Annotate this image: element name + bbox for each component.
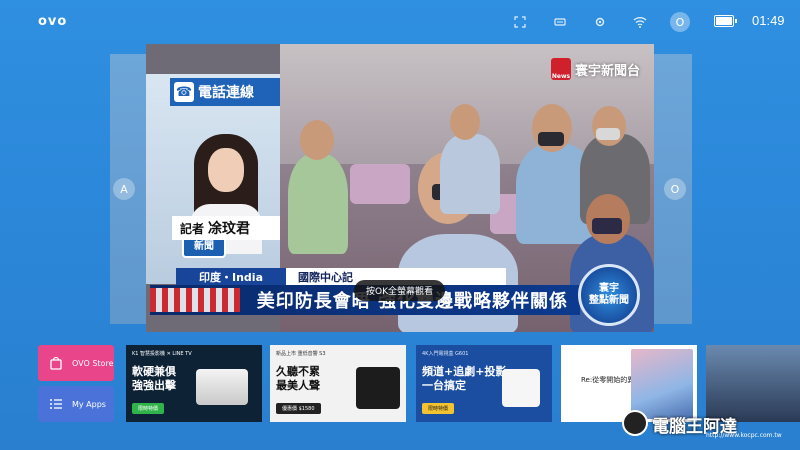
store-bag-icon xyxy=(48,355,64,371)
promo-subtitle: K1 智慧投影機 ✕ LINE TV xyxy=(132,351,192,357)
drama-poster xyxy=(706,345,800,422)
anime-poster xyxy=(631,349,693,419)
fullscreen-hint: 按OK全螢幕觀看 xyxy=(354,280,445,301)
ovo-store-label: OVO Store xyxy=(72,358,114,368)
promo-title: 頻道+追劇+投影 一台搞定 xyxy=(422,365,507,392)
storage-icon[interactable] xyxy=(550,12,570,32)
projector-image xyxy=(196,369,248,405)
promo-title: 久聽不累 最美人聲 xyxy=(276,365,320,392)
reporter-name: 凃玟君 xyxy=(208,221,251,237)
promo-button: 限時特價 xyxy=(422,403,455,414)
ticker-stripes xyxy=(150,288,240,312)
my-apps-button[interactable]: My Apps xyxy=(38,386,114,422)
promo-title: 軟硬兼俱 強強出擊 xyxy=(132,365,176,392)
channel-icon: News xyxy=(550,58,571,80)
badge-line2: 整點新聞 xyxy=(589,295,629,306)
clock: 01:49 xyxy=(752,13,785,28)
badge-line1: 寰宇 xyxy=(599,283,619,294)
phone-connect-tag: ☎ 電話連線 xyxy=(170,78,280,106)
promo-card-drama[interactable] xyxy=(706,345,800,422)
reporter-prefix: 記者 xyxy=(180,221,205,236)
screenshot-icon[interactable] xyxy=(510,12,530,32)
tv-box-image xyxy=(502,369,540,407)
carousel-next-button[interactable]: O xyxy=(664,178,686,200)
promo-subtitle: 新品上市 重低音響 S3 xyxy=(276,351,326,357)
watermark-logo xyxy=(622,410,648,436)
phone-connect-label: 電話連線 xyxy=(198,85,254,101)
ticker-tags: 印度・India 國際中心記 xyxy=(176,268,506,285)
promo-card-speaker[interactable]: 新品上市 重低音響 S3 久聽不累 最美人聲 優惠價 $1580 xyxy=(270,345,406,422)
carousel-prev-button[interactable]: A xyxy=(113,178,135,200)
my-apps-label: My Apps xyxy=(72,399,106,409)
wifi-icon[interactable] xyxy=(630,12,650,32)
status-icons: O xyxy=(510,12,690,32)
promo-card-k1-projector[interactable]: K1 智慧投影機 ✕ LINE TV 軟硬兼俱 強強出擊 限時特價 xyxy=(126,345,262,422)
speaker-image xyxy=(356,367,400,409)
ovo-logo: ovo xyxy=(38,14,68,29)
ovo-store-button[interactable]: OVO Store xyxy=(38,345,114,381)
watermark-url: http://www.kocpc.com.tw xyxy=(706,432,782,439)
battery-icon xyxy=(714,15,737,27)
live-tv-preview[interactable]: 寰宇 新聞 ☎ 電話連線 記者 凃玟君 News 寰宇新聞台 印度・India … xyxy=(146,44,654,332)
promo-subtitle: 4K入門電視盒 G601 xyxy=(422,351,469,357)
settings-icon[interactable] xyxy=(590,12,610,32)
country-tag: 印度・India xyxy=(176,268,286,285)
reporter-label: 記者 凃玟君 xyxy=(172,216,280,240)
channel-logo: News 寰宇新聞台 xyxy=(550,58,640,80)
promo-card-tv-box[interactable]: 4K入門電視盒 G601 頻道+追劇+投影 一台搞定 限時特價 xyxy=(416,345,552,422)
phone-icon: ☎ xyxy=(174,82,194,102)
news-badge: 寰宇 整點新聞 xyxy=(578,264,640,326)
promo-button: 優惠價 $1580 xyxy=(276,403,321,414)
user-icon[interactable]: O xyxy=(670,12,690,32)
list-icon xyxy=(48,396,64,412)
promo-button: 限時特價 xyxy=(132,403,165,414)
channel-name: 寰宇新聞台 xyxy=(574,63,640,79)
